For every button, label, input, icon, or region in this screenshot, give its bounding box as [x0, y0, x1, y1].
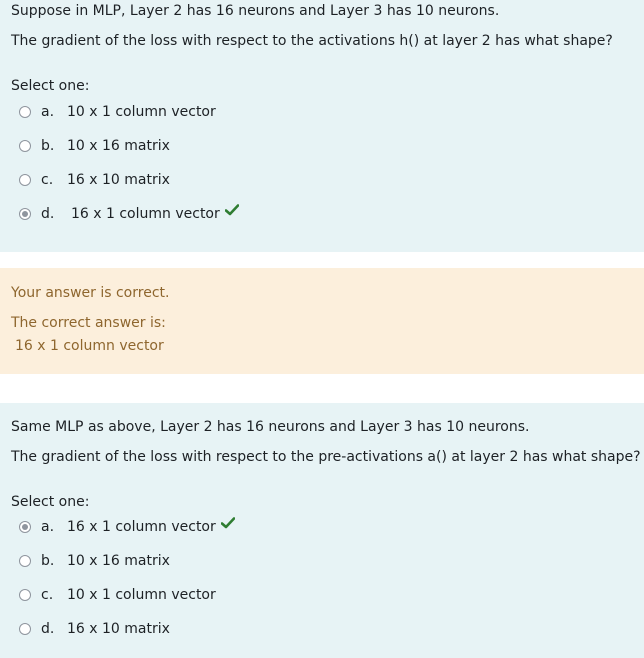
radio-icon[interactable]	[19, 521, 31, 533]
question-1-text-line-2: The gradient of the loss with respect to…	[11, 33, 613, 49]
radio-icon[interactable]	[19, 174, 31, 186]
radio-icon[interactable]	[19, 555, 31, 567]
radio-icon[interactable]	[19, 140, 31, 152]
correct-answer-value: 16 x 1 column vector	[15, 338, 164, 354]
question-2-text-line-2: The gradient of the loss with respect to…	[11, 449, 641, 465]
option-text: 10 x 16 matrix	[67, 553, 170, 569]
option-text: 10 x 16 matrix	[67, 138, 170, 154]
question-1-option-b[interactable]: b. 10 x 16 matrix	[0, 136, 644, 158]
question-2-option-d[interactable]: d. 16 x 10 matrix	[0, 619, 644, 641]
option-letter: d.	[41, 621, 55, 637]
option-text: 16 x 1 column vector	[71, 206, 220, 222]
radio-icon[interactable]	[19, 106, 31, 118]
radio-icon[interactable]	[19, 623, 31, 635]
question-2-option-a[interactable]: a. 16 x 1 column vector	[0, 517, 644, 539]
option-text: 10 x 1 column vector	[67, 587, 216, 603]
option-letter: a.	[41, 519, 55, 535]
check-icon	[225, 204, 239, 216]
option-letter: c.	[41, 172, 54, 188]
option-letter: c.	[41, 587, 54, 603]
option-letter: a.	[41, 104, 55, 120]
option-text: 16 x 1 column vector	[67, 519, 216, 535]
option-text: 16 x 10 matrix	[67, 621, 170, 637]
option-text: 16 x 10 matrix	[67, 172, 170, 188]
feedback-panel: Your answer is correct. The correct answ…	[0, 268, 644, 374]
question-1-select-label: Select one:	[11, 78, 90, 94]
question-1: Suppose in MLP, Layer 2 has 16 neurons a…	[0, 0, 644, 252]
question-2-text-line-1: Same MLP as above, Layer 2 has 16 neuron…	[11, 419, 530, 435]
option-letter: b.	[41, 553, 55, 569]
option-letter: d.	[41, 206, 55, 222]
question-2: Same MLP as above, Layer 2 has 16 neuron…	[0, 403, 644, 658]
question-1-option-a[interactable]: a. 10 x 1 column vector	[0, 102, 644, 124]
question-2-select-label: Select one:	[11, 494, 90, 510]
question-1-option-c[interactable]: c. 16 x 10 matrix	[0, 170, 644, 192]
option-text: 10 x 1 column vector	[67, 104, 216, 120]
question-2-option-b[interactable]: b. 10 x 16 matrix	[0, 551, 644, 573]
radio-icon[interactable]	[19, 589, 31, 601]
question-2-option-c[interactable]: c. 10 x 1 column vector	[0, 585, 644, 607]
check-icon	[221, 517, 235, 529]
option-letter: b.	[41, 138, 55, 154]
question-1-text-line-1: Suppose in MLP, Layer 2 has 16 neurons a…	[11, 3, 500, 19]
question-1-option-d[interactable]: d. 16 x 1 column vector	[0, 204, 644, 226]
feedback-status: Your answer is correct.	[11, 285, 170, 301]
radio-icon[interactable]	[19, 208, 31, 220]
correct-answer-label: The correct answer is:	[11, 315, 166, 331]
